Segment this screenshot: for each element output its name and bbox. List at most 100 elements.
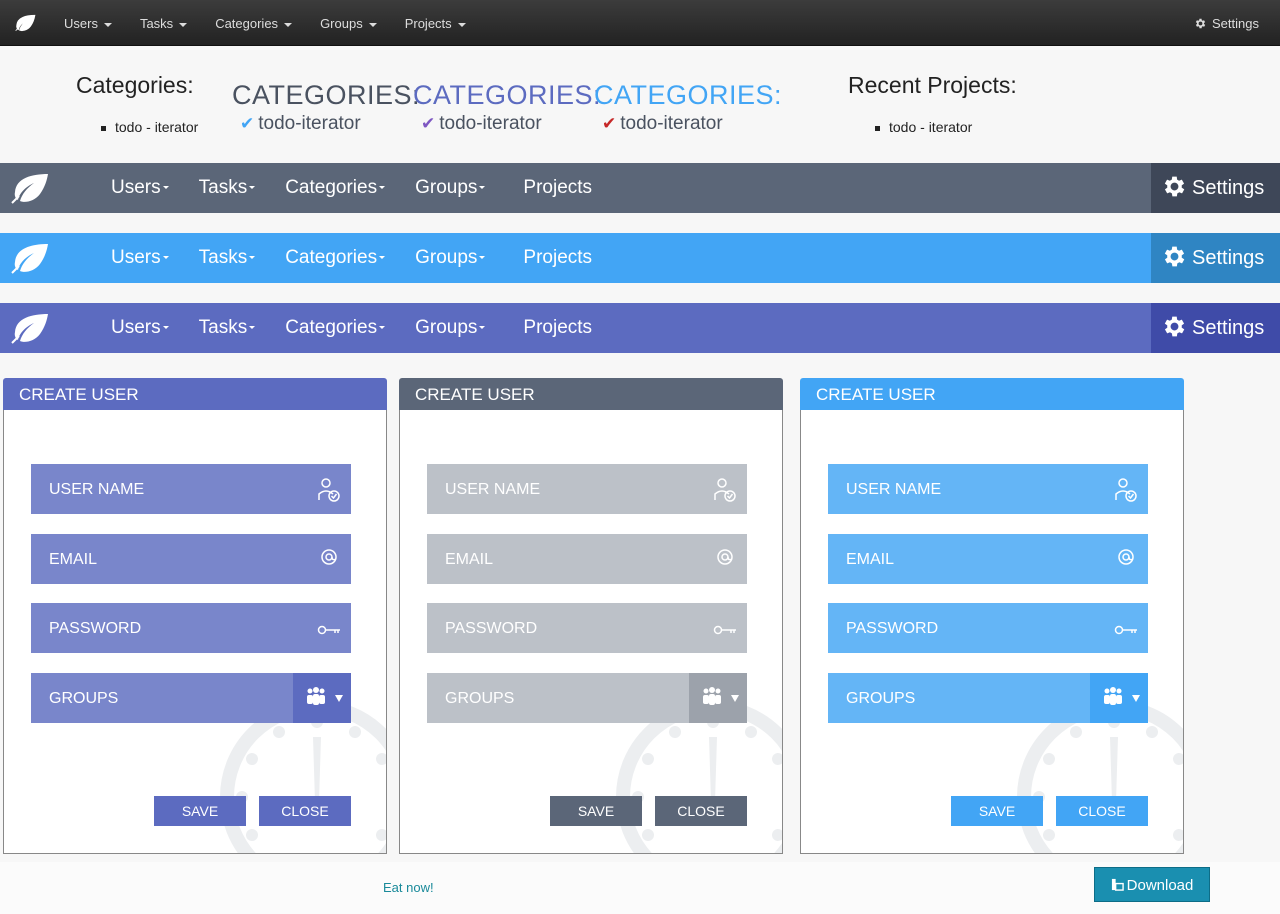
gear-icon [1195,18,1206,29]
nav-categories-label: Categories [285,177,378,198]
nav-groups[interactable]: Groups [400,303,500,353]
nav-projects[interactable]: Projects [508,303,607,353]
nav-users[interactable]: Users [96,233,184,283]
eat-now-link[interactable]: Eat now! [383,880,434,895]
caret-down-icon [479,186,486,190]
username-field[interactable]: USER NAME [828,464,1148,514]
category-item-dark[interactable]: ✔ todo-iterator [240,113,361,135]
top-menu-tasks[interactable]: Tasks [126,0,201,46]
user-check-icon [318,478,340,502]
close-button[interactable]: CLOSE [259,796,351,826]
navbar-indigo: Users Tasks Categories Groups Projects S… [0,303,1280,353]
top-menu-users-label: Users [64,16,98,31]
close-button[interactable]: CLOSE [655,796,747,826]
key-icon [713,625,736,635]
nav-projects[interactable]: Projects [508,163,607,213]
caret-down-icon [162,186,169,190]
top-menu-projects-label: Projects [404,16,452,31]
groups-select[interactable]: GROUPS [31,673,351,723]
nav-categories-label: Categories [285,317,378,338]
username-field[interactable]: USER NAME [427,464,747,514]
panel-title: CREATE USER [3,378,387,410]
group-icon [307,687,325,705]
top-menu-groups[interactable]: Groups [306,0,391,46]
nav-tasks-label: Tasks [198,317,248,338]
email-field[interactable]: EMAIL [828,534,1148,584]
nav-users[interactable]: Users [96,303,184,353]
category-item-indigo[interactable]: ✔ todo-iterator [421,113,542,135]
password-field[interactable]: PASSWORD [427,603,747,653]
nav-users[interactable]: Users [96,163,184,213]
navbar-settings-button[interactable]: Settings [1151,163,1280,213]
password-field[interactable]: PASSWORD [31,603,351,653]
category-item-indigo-label: todo-iterator [439,113,542,134]
email-field[interactable]: EMAIL [31,534,351,584]
groups-dropdown-button[interactable] [293,673,351,723]
groups-select-label: GROUPS [49,690,119,707]
top-menu-categories[interactable]: Categories [201,0,306,46]
save-button[interactable]: SAVE [154,796,246,826]
top-menu-categories-label: Categories [215,16,279,31]
close-button[interactable]: CLOSE [1056,796,1148,826]
groups-dropdown-button[interactable] [689,673,747,723]
leaf-logo-icon[interactable] [14,13,36,33]
nav-projects[interactable]: Projects [508,233,607,283]
navbar-settings-label: Settings [1192,247,1265,269]
navbar-settings-button[interactable]: Settings [1151,303,1280,353]
leaf-logo-icon[interactable] [10,242,50,274]
nav-groups-label: Groups [415,247,478,268]
group-icon [1104,687,1122,705]
top-menu-projects[interactable]: Projects [391,0,480,46]
nav-groups[interactable]: Groups [400,163,500,213]
nav-categories[interactable]: Categories [270,233,400,283]
nav-tasks[interactable]: Tasks [184,163,271,213]
leaf-logo-icon[interactable] [10,172,50,204]
navbar-slate: Users Tasks Categories Groups Projects S… [0,163,1280,213]
category-item-blue[interactable]: ✔ todo-iterator [602,113,723,135]
category-list-item[interactable]: todo - iterator [101,119,198,135]
groups-select[interactable]: GROUPS [828,673,1148,723]
nav-categories[interactable]: Categories [270,163,400,213]
caret-down-icon [103,22,112,27]
category-item-dark-label: todo-iterator [258,113,361,134]
email-field-label: EMAIL [445,551,494,568]
top-settings-label: Settings [1212,16,1259,31]
checkmark-icon: ✔ [421,114,436,133]
panel-body: USER NAME EMAIL PASSWORD GROUPS SAVE CLO… [3,410,387,854]
caret-down-icon [162,256,169,260]
caret-down-icon [731,695,739,702]
leaf-logo-icon[interactable] [10,312,50,344]
caret-down-icon [479,326,486,330]
caret-down-icon [379,326,386,330]
category-item-label: todo - iterator [115,119,199,135]
categories-title-indigo: CATEGORIES: [413,80,602,110]
at-sign-icon [717,549,733,565]
top-menu-users[interactable]: Users [50,0,126,46]
caret-down-icon [162,326,169,330]
navbar-menu: Users Tasks Categories Groups Projects [96,163,607,213]
download-button[interactable]: Download [1094,867,1210,902]
at-sign-icon [321,549,337,565]
nav-groups[interactable]: Groups [400,233,500,283]
user-check-icon [1115,478,1137,502]
groups-dropdown-button[interactable] [1090,673,1148,723]
panel-body: USER NAME EMAIL PASSWORD GROUPS SAVE CLO… [800,410,1184,854]
username-field-label: USER NAME [445,481,541,498]
save-button[interactable]: SAVE [951,796,1043,826]
save-button[interactable]: SAVE [550,796,642,826]
categories-title-blue: CATEGORIES: [594,80,783,110]
username-field[interactable]: USER NAME [31,464,351,514]
nav-categories[interactable]: Categories [270,303,400,353]
recent-project-item[interactable]: todo - iterator [875,119,972,135]
groups-select[interactable]: GROUPS [427,673,747,723]
navbar-settings-button[interactable]: Settings [1151,233,1280,283]
nav-tasks[interactable]: Tasks [184,233,271,283]
password-field[interactable]: PASSWORD [828,603,1148,653]
username-field-label: USER NAME [49,481,145,498]
email-field[interactable]: EMAIL [427,534,747,584]
username-field-label: USER NAME [846,481,942,498]
nav-tasks[interactable]: Tasks [184,303,271,353]
caret-down-icon [249,326,256,330]
top-settings-link[interactable]: Settings [1194,0,1259,48]
footer [0,862,1280,914]
